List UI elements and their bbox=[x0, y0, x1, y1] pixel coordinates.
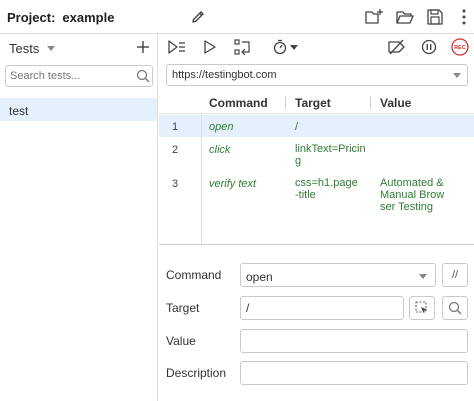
select-target-icon bbox=[415, 301, 427, 313]
panel-divider[interactable] bbox=[159, 244, 474, 245]
open-folder-icon[interactable] bbox=[395, 7, 415, 27]
command-label: Command bbox=[166, 268, 222, 282]
column-divider[interactable] bbox=[370, 96, 371, 109]
table-gutter-line bbox=[201, 114, 202, 244]
row-target: css=h1.page-title bbox=[295, 177, 358, 201]
row-number: 3 bbox=[172, 178, 179, 190]
comment-toggle-button[interactable]: // bbox=[442, 263, 468, 287]
toolbar: REC bbox=[159, 34, 474, 62]
base-url-value: https://testingbot.com bbox=[172, 69, 277, 81]
row-target: / bbox=[295, 121, 299, 133]
new-suite-folder-icon[interactable] bbox=[364, 7, 384, 27]
target-label: Target bbox=[166, 301, 200, 315]
search-icon bbox=[448, 301, 462, 315]
more-vertical-icon[interactable] bbox=[454, 7, 474, 27]
search-tests-input[interactable] bbox=[6, 66, 132, 86]
select-target-button[interactable] bbox=[409, 296, 435, 320]
value-field[interactable] bbox=[240, 329, 468, 353]
target-input[interactable] bbox=[241, 297, 403, 319]
command-select[interactable]: open bbox=[240, 263, 436, 287]
run-test-icon[interactable] bbox=[203, 39, 217, 55]
tests-sidebar: Tests test bbox=[0, 34, 158, 401]
search-icon[interactable] bbox=[136, 69, 150, 83]
record-icon[interactable]: REC bbox=[451, 38, 469, 56]
table-row[interactable]: 1 open / bbox=[159, 115, 474, 137]
base-url-select[interactable]: https://testingbot.com bbox=[166, 64, 468, 86]
test-list-item[interactable]: test bbox=[0, 98, 157, 121]
table-row[interactable]: 3 verify text css=h1.page-title Automate… bbox=[159, 171, 474, 221]
test-item-label: test bbox=[9, 104, 29, 118]
step-over-icon[interactable] bbox=[234, 39, 252, 55]
row-command: verify text bbox=[209, 178, 257, 190]
caret-down-icon[interactable] bbox=[47, 46, 55, 51]
description-label: Description bbox=[166, 366, 227, 380]
table-row[interactable]: 2 click linkText=Pricing bbox=[159, 137, 474, 171]
record-label: REC bbox=[454, 45, 466, 51]
row-command: open bbox=[209, 121, 234, 133]
commands-table: Command Target Value 1 open / 2 click li… bbox=[159, 92, 474, 244]
project-label: Project: bbox=[7, 10, 56, 25]
value-label: Value bbox=[166, 334, 196, 348]
command-select-value: open bbox=[246, 270, 273, 284]
table-header: Command Target Value bbox=[159, 92, 474, 114]
project-title: Project: example bbox=[7, 10, 114, 25]
target-field[interactable] bbox=[240, 296, 404, 320]
column-header-target: Target bbox=[295, 96, 331, 110]
add-test-icon[interactable] bbox=[136, 40, 150, 54]
app-header: Project: example bbox=[0, 0, 474, 34]
speed-timer-icon[interactable] bbox=[273, 39, 287, 55]
disable-breakpoints-icon[interactable] bbox=[387, 39, 407, 55]
description-input[interactable] bbox=[241, 362, 467, 384]
find-target-button[interactable] bbox=[442, 296, 468, 320]
row-command: click bbox=[209, 144, 231, 156]
save-icon[interactable] bbox=[425, 7, 445, 27]
search-tests-box[interactable] bbox=[5, 65, 153, 87]
run-all-tests-icon[interactable] bbox=[168, 39, 186, 55]
pause-icon[interactable] bbox=[421, 39, 437, 55]
value-input[interactable] bbox=[241, 330, 467, 352]
column-header-value: Value bbox=[380, 96, 412, 110]
pencil-icon[interactable] bbox=[190, 9, 206, 25]
tests-dropdown[interactable]: Tests bbox=[9, 41, 39, 56]
caret-down-icon[interactable] bbox=[419, 274, 427, 279]
row-number: 2 bbox=[172, 144, 179, 156]
project-name[interactable]: example bbox=[62, 10, 114, 25]
caret-down-icon[interactable] bbox=[453, 73, 461, 78]
row-target: linkText=Pricing bbox=[295, 143, 366, 167]
row-number: 1 bbox=[172, 121, 179, 133]
column-header-command: Command bbox=[209, 96, 268, 110]
description-field[interactable] bbox=[240, 361, 468, 385]
row-value: Automated & Manual Browser Testing bbox=[380, 177, 445, 213]
caret-down-icon[interactable] bbox=[290, 45, 298, 50]
column-divider[interactable] bbox=[285, 96, 286, 109]
